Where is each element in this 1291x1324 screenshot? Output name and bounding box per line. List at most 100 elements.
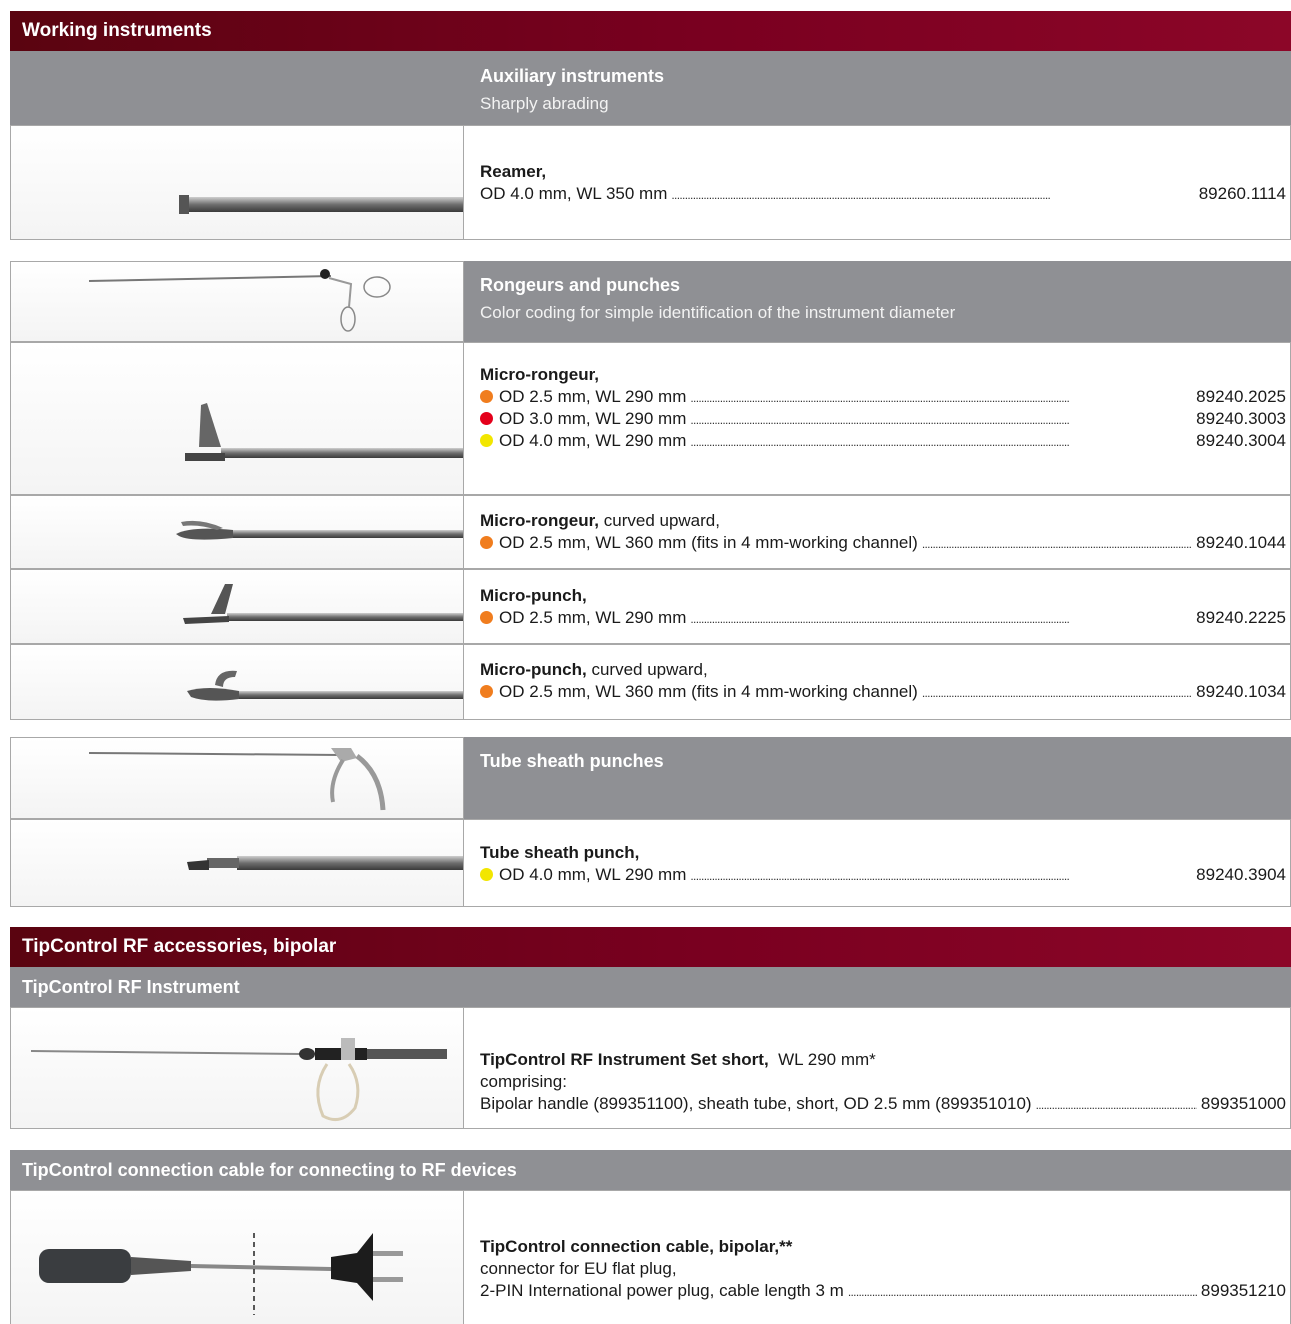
order-line: OD 4.0 mm, WL 290 mm 89240.3904 (480, 864, 1286, 886)
order-code: 89240.2025 (1196, 387, 1286, 406)
section-header-working-instruments: Working instruments (10, 11, 1291, 51)
connector-text: connector for EU flat plug, (480, 1259, 677, 1278)
tipcontrol-cable-image (10, 1190, 464, 1324)
dot-leader (690, 607, 1192, 630)
order-line: OD 2.5 mm, WL 360 mm (fits in 4 mm-worki… (480, 681, 1286, 703)
micro-punch-curved-image (10, 644, 464, 720)
micro-punch-block: Micro-punch, OD 2.5 mm, WL 290 mm 89240.2… (480, 585, 1286, 629)
rongeur-illustration (88, 269, 391, 332)
orange-dot-icon (480, 611, 493, 624)
tipcontrol-cable-block: TipControl connection cable, bipolar,** … (480, 1236, 1286, 1302)
order-line: Bipolar handle (899351100), sheath tube,… (480, 1093, 1286, 1115)
micro-punch-curved-illustration (187, 670, 463, 701)
order-line: OD 4.0 mm, WL 290 mm 89240.3004 (480, 430, 1286, 452)
tube-sheath-punch-block: Tube sheath punch, OD 4.0 mm, WL 290 mm 8… (480, 842, 1286, 886)
order-code: 89240.3004 (1196, 431, 1286, 450)
product-name: Micro-rongeur, (480, 365, 600, 384)
order-line: OD 3.0 mm, WL 290 mm 89240.3003 (480, 408, 1286, 430)
tipcontrol-set-illustration (30, 1038, 447, 1122)
tube-sheath-header-row (464, 737, 1291, 819)
dot-leader (671, 183, 1194, 206)
connector-line: connector for EU flat plug, (480, 1258, 1286, 1280)
orange-dot-icon (480, 685, 493, 698)
spec: OD 4.0 mm, WL 290 mm (499, 431, 687, 450)
tipcontrol-instrument-heading: TipControl RF Instrument (22, 977, 240, 997)
dot-leader (848, 1280, 1197, 1303)
product-title-line: Micro-rongeur, curved upward, (480, 510, 1286, 532)
auxiliary-heading: Auxiliary instruments (480, 66, 665, 86)
dot-leader (690, 430, 1192, 453)
spec: 2-PIN International power plug, cable le… (480, 1281, 844, 1300)
product-suffix: curved upward, (591, 660, 708, 679)
product-name: Micro-punch, (480, 586, 587, 605)
rongeurs-heading: Rongeurs and punches (480, 275, 681, 295)
product-name: TipControl RF Instrument Set short, (480, 1050, 769, 1069)
auxiliary-header-row (10, 51, 1291, 125)
rongeur-overview-image (10, 261, 464, 342)
product-title-line: TipControl RF Instrument Set short, WL 2… (480, 1049, 1286, 1071)
dot-leader (690, 408, 1192, 431)
tube-sheath-illustration (88, 748, 386, 811)
reamer-image (10, 125, 464, 240)
product-name: Micro-rongeur, (480, 511, 600, 530)
yellow-dot-icon (480, 434, 493, 447)
tube-sheath-punch-image (10, 819, 464, 907)
order-code: 89240.1044 (1196, 533, 1286, 552)
tube-sheath-overview-image (10, 737, 464, 819)
micro-punch-illustration (183, 584, 463, 624)
reamer-illustration (179, 195, 463, 214)
micro-punch-image (10, 569, 464, 644)
order-code: 89240.1034 (1196, 682, 1286, 701)
dot-leader (1036, 1093, 1197, 1116)
comprising-line: comprising: (480, 1071, 1286, 1093)
product-title-line: Micro-punch, curved upward, (480, 659, 1286, 681)
spec: OD 2.5 mm, WL 290 mm (499, 608, 687, 627)
order-line: OD 4.0 mm, WL 350 mm 89260.1114 (480, 183, 1286, 205)
order-line: OD 2.5 mm, WL 290 mm 89240.2225 (480, 607, 1286, 629)
orange-dot-icon (480, 536, 493, 549)
section-title: Working instruments (22, 20, 212, 41)
dot-leader (690, 864, 1192, 887)
tipcontrol-cable-heading: TipControl connection cable for connecti… (22, 1160, 517, 1180)
product-name: TipControl connection cable, bipolar,** (480, 1237, 793, 1256)
section-header-tipcontrol: TipControl RF accessories, bipolar (10, 927, 1291, 967)
order-code: 89240.3003 (1196, 409, 1286, 428)
order-code: 89240.2225 (1196, 608, 1286, 627)
micro-punch-curved-block: Micro-punch, curved upward, OD 2.5 mm, W… (480, 659, 1286, 703)
product-name: Reamer, (480, 162, 547, 181)
red-dot-icon (480, 412, 493, 425)
micro-rongeur-curved-block: Micro-rongeur, curved upward, OD 2.5 mm,… (480, 510, 1286, 554)
dot-leader (922, 681, 1192, 704)
orange-dot-icon (480, 390, 493, 403)
tipcontrol-cable-illustration (39, 1233, 403, 1315)
auxiliary-subheading: Sharply abrading (480, 94, 609, 113)
order-line: OD 2.5 mm, WL 290 mm 89240.2025 (480, 386, 1286, 408)
dot-leader (690, 386, 1192, 409)
product-suffix: curved upward, (603, 511, 720, 530)
order-code: 899351000 (1200, 1094, 1286, 1113)
dot-leader (922, 532, 1192, 555)
product-name: Micro-punch, (480, 660, 587, 679)
spec: OD 2.5 mm, WL 360 mm (fits in 4 mm-worki… (499, 533, 918, 552)
order-line: 2-PIN International power plug, cable le… (480, 1280, 1286, 1302)
rongeurs-subheading: Color coding for simple identification o… (480, 303, 956, 322)
order-line: OD 2.5 mm, WL 360 mm (fits in 4 mm-worki… (480, 532, 1286, 554)
spec: OD 3.0 mm, WL 290 mm (499, 409, 687, 428)
micro-rongeur-curved-image (10, 495, 464, 569)
spec: OD 2.5 mm, WL 290 mm (499, 387, 687, 406)
tube-sheath-punch-illustration (187, 856, 463, 870)
order-code: 899351210 (1200, 1281, 1286, 1300)
spec: Bipolar handle (899351100), sheath tube,… (480, 1094, 1032, 1113)
product-suffix: WL 290 mm* (778, 1050, 876, 1069)
micro-rongeur-block: Micro-rongeur, OD 2.5 mm, WL 290 mm 89240… (480, 364, 1286, 452)
yellow-dot-icon (480, 868, 493, 881)
order-code: 89240.3904 (1196, 865, 1286, 884)
rongeurs-header-row (464, 261, 1291, 342)
section-title: TipControl RF accessories, bipolar (22, 936, 337, 957)
spec: OD 4.0 mm, WL 290 mm (499, 865, 687, 884)
spec: OD 4.0 mm, WL 350 mm (480, 184, 668, 203)
reamer-block: Reamer, OD 4.0 mm, WL 350 mm 89260.1114 (480, 161, 1286, 205)
tipcontrol-set-image (10, 1007, 464, 1129)
spec: OD 2.5 mm, WL 360 mm (fits in 4 mm-worki… (499, 682, 918, 701)
micro-rongeur-illustration (185, 403, 463, 461)
